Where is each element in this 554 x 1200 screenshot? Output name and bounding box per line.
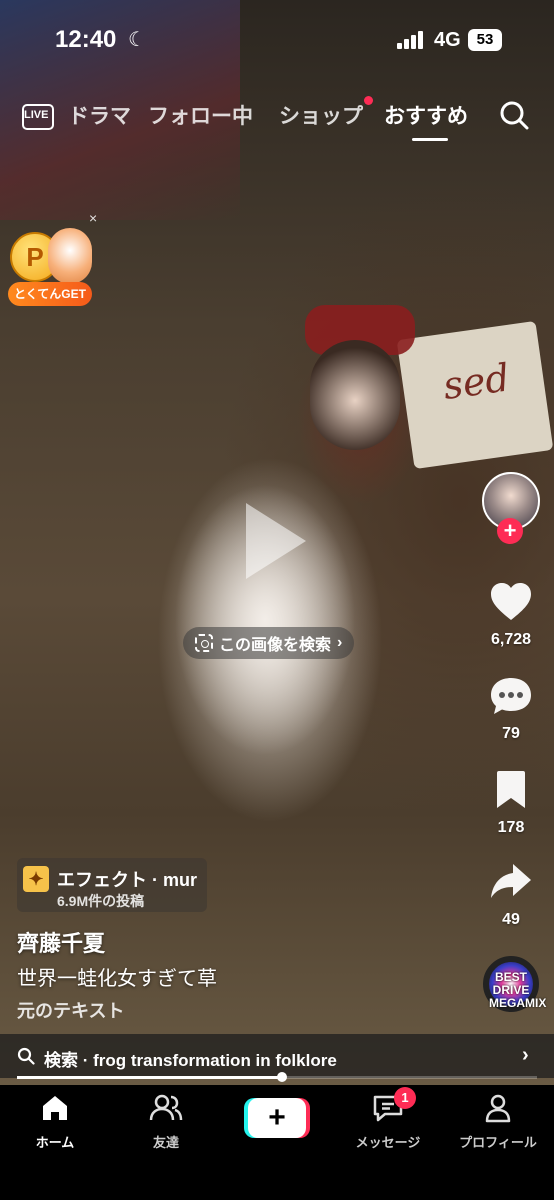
- nav-inbox-label: メッセージ: [355, 1135, 421, 1150]
- inbox-badge: 1: [394, 1087, 416, 1109]
- video-progress-bar[interactable]: [17, 1072, 537, 1082]
- like-button[interactable]: 6,728: [480, 582, 542, 649]
- follow-plus-icon[interactable]: +: [497, 518, 523, 544]
- share-icon: [491, 864, 531, 898]
- save-count: 178: [497, 819, 525, 836]
- status-time: 12:40: [55, 26, 117, 53]
- like-count: 6,728: [490, 631, 532, 648]
- search-suggestion-text: 検索 · frog transformation in folklore: [44, 1051, 337, 1070]
- active-tab-indicator: [412, 138, 448, 141]
- tab-following[interactable]: フォロー中: [148, 100, 253, 130]
- search-icon: [17, 1047, 35, 1065]
- profile-icon: [485, 1094, 511, 1123]
- top-feed-nav: LIVE ドラマ フォロー中 ショップ おすすめ: [0, 90, 554, 141]
- effect-title: エフェクト · mur: [57, 870, 198, 890]
- image-search-label: この画像を検索: [219, 637, 332, 654]
- video-progress-fill: [17, 1076, 283, 1079]
- shop-notification-dot: [364, 96, 373, 105]
- search-icon[interactable]: [497, 98, 531, 132]
- bookmark-icon: [497, 771, 525, 808]
- music-disc[interactable]: BEST DRIVE MEGAMIX: [483, 956, 546, 1012]
- home-icon: [43, 1096, 67, 1120]
- cat-mascot-icon: [48, 228, 92, 284]
- battery-icon: 53: [468, 29, 502, 51]
- nav-profile[interactable]: プロフィール: [448, 1093, 548, 1151]
- nav-friends-label: 友達: [152, 1135, 179, 1150]
- video-subject: [140, 440, 390, 800]
- effect-post-count: 6.9M件の投稿: [57, 893, 145, 909]
- nav-inbox[interactable]: メッセージ: [338, 1093, 438, 1151]
- comment-count: 79: [502, 725, 520, 742]
- tab-for-you[interactable]: おすすめ: [384, 100, 468, 130]
- save-button[interactable]: 178: [480, 770, 542, 837]
- create-button[interactable]: +: [244, 1098, 310, 1138]
- moon-icon: ☾: [128, 29, 146, 51]
- effect-icon: ✦: [23, 866, 49, 892]
- network-type: 4G: [434, 29, 461, 51]
- comment-icon: [491, 678, 531, 714]
- post-caption: 世界一蛙化女すぎて草: [17, 968, 217, 990]
- play-icon[interactable]: [246, 503, 306, 579]
- image-search-icon: [195, 634, 213, 652]
- effect-chip[interactable]: ✦ エフェクト · mur 6.9M件の投稿: [17, 858, 207, 912]
- nav-home[interactable]: ホーム: [5, 1093, 105, 1151]
- nav-profile-label: プロフィール: [459, 1135, 537, 1150]
- live-icon[interactable]: LIVE: [22, 98, 56, 132]
- chevron-right-icon: ›: [337, 634, 343, 651]
- friends-icon: [149, 1094, 183, 1121]
- background-sign: sed: [396, 320, 554, 470]
- status-bar: 12:40 ☾ 4G 53: [0, 0, 554, 80]
- chevron-right-icon: ›: [522, 1044, 529, 1066]
- share-button[interactable]: 49: [480, 862, 542, 929]
- original-text-link[interactable]: 元のテキスト: [17, 997, 124, 1023]
- subject-head: [310, 340, 400, 450]
- bottom-nav: ホーム 友達 + メッセージ プロフィール: [0, 1085, 554, 1200]
- plus-icon: +: [248, 1098, 306, 1138]
- points-promo-widget[interactable]: P とくてんGET: [8, 224, 94, 310]
- heart-icon: [491, 583, 531, 620]
- creator-avatar-group[interactable]: +: [482, 472, 542, 548]
- image-search-button[interactable]: この画像を検索 ›: [183, 627, 355, 659]
- share-count: 49: [502, 911, 520, 928]
- nav-home-label: ホーム: [35, 1135, 75, 1150]
- tab-drama[interactable]: ドラマ: [68, 100, 131, 130]
- nav-friends[interactable]: 友達: [116, 1093, 216, 1151]
- author-name[interactable]: 齊藤千夏: [17, 926, 105, 958]
- search-suggestion-bar[interactable]: 検索 · frog transformation in folklore ›: [0, 1034, 554, 1078]
- promo-label: とくてんGET: [8, 282, 92, 306]
- tab-shop[interactable]: ショップ: [279, 100, 363, 130]
- cellular-signal-icon: [397, 31, 427, 49]
- comment-button[interactable]: 79: [480, 676, 542, 743]
